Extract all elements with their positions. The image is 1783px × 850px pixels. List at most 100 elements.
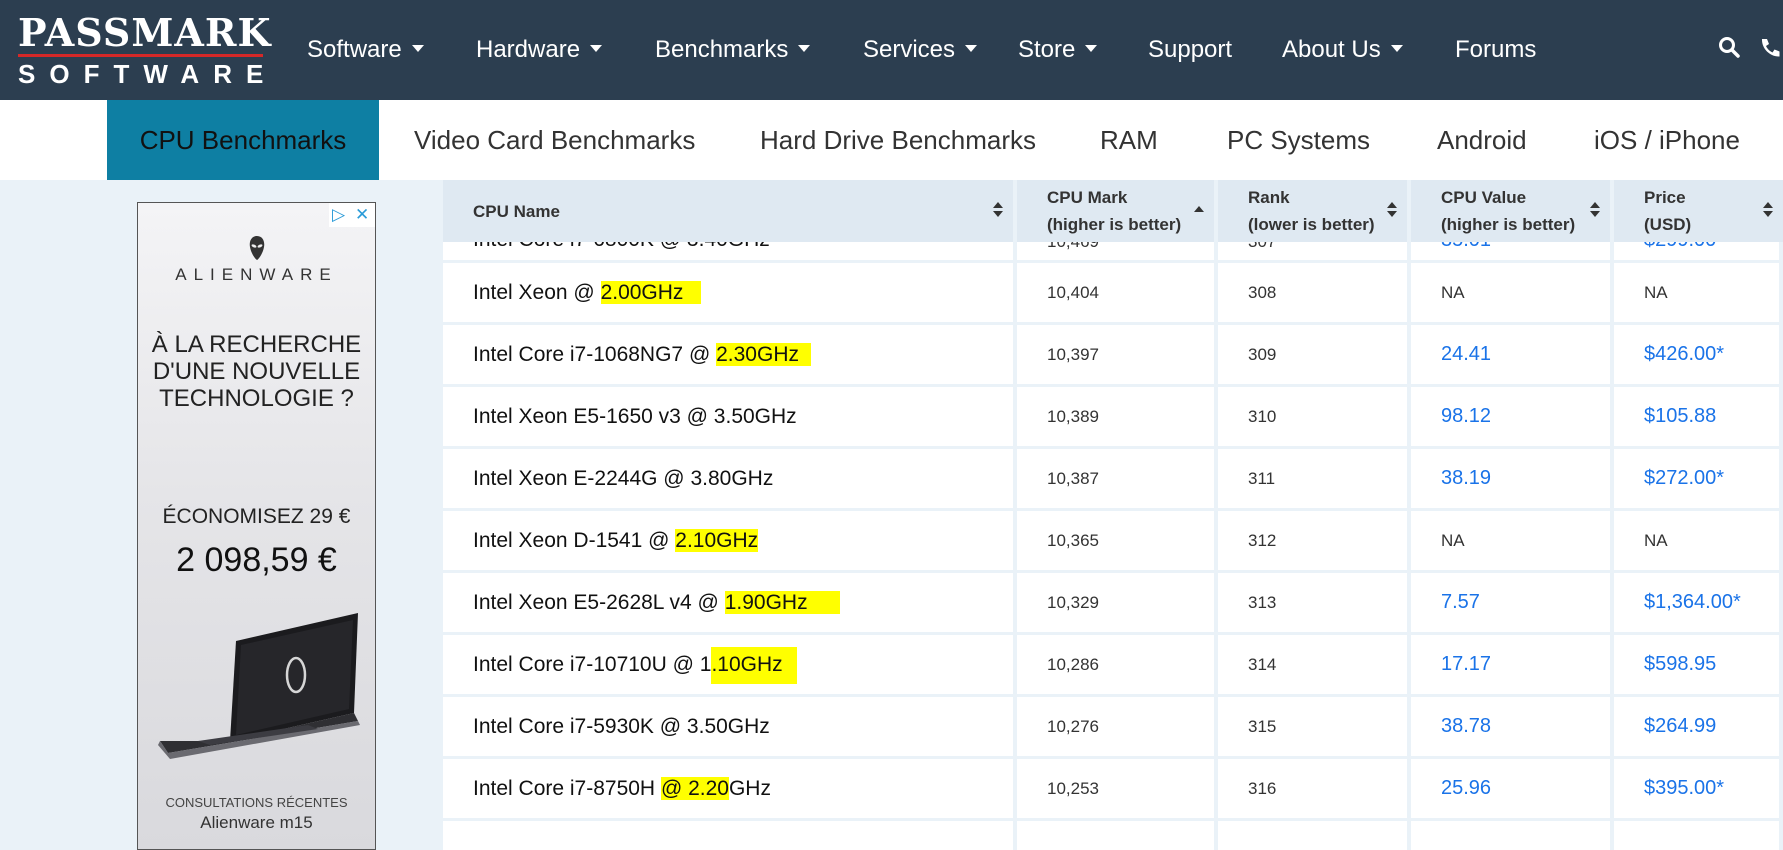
col-header-price[interactable]: Price (USD) <box>1614 180 1783 242</box>
nav-about-us[interactable]: About Us <box>1282 30 1403 70</box>
cpu-value[interactable]: 24.41 <box>1441 343 1491 365</box>
rank-cell: 315 <box>1218 694 1411 756</box>
cpu-name-prefix[interactable]: Intel Xeon @ <box>473 281 601 304</box>
price-cell[interactable]: $395.00* <box>1614 756 1783 818</box>
phone-icon[interactable] <box>1758 36 1783 67</box>
tab-pc-systems[interactable]: PC Systems <box>1227 100 1370 180</box>
cpu-value[interactable]: 25.96 <box>1441 777 1491 799</box>
cpu-value-cell: NA <box>1411 260 1614 322</box>
cpu-name-prefix[interactable]: Intel Core i7-10710U @ 1 <box>473 653 711 676</box>
cpu-value-cell[interactable]: 25.96 <box>1411 756 1614 818</box>
cpu-value[interactable]: 38.78 <box>1441 715 1491 737</box>
nav-software[interactable]: Software <box>307 30 424 70</box>
nav-hardware[interactable]: Hardware <box>476 30 603 70</box>
cpu-name-prefix[interactable]: Intel Xeon D-1541 @ <box>473 529 675 552</box>
tab-cpu-benchmarks[interactable]: CPU Benchmarks <box>107 100 379 180</box>
price[interactable]: $598.95 <box>1644 653 1716 675</box>
cpu-name-cell[interactable]: Intel Core i7-8750H @ 2.20GHz <box>443 756 1017 818</box>
cpu-value[interactable]: 7.57 <box>1441 591 1480 613</box>
col-header-cpu-name[interactable]: CPU Name <box>443 180 1017 242</box>
rank-cell: 308 <box>1218 260 1411 322</box>
nav-forums[interactable]: Forums <box>1455 30 1536 70</box>
price[interactable]: $272.00* <box>1644 467 1724 489</box>
tab-label: PC Systems <box>1227 125 1371 155</box>
col-header-rank[interactable]: Rank (lower is better) <box>1218 180 1411 242</box>
table-row[interactable]: Intel Xeon @ 2.00GHz 10,404 308 NA NA <box>443 260 1783 322</box>
table-row[interactable]: Intel Core i7-5930K @ 3.50GHz 10,276 315… <box>443 694 1783 756</box>
header-sublabel: (USD) <box>1644 215 1692 234</box>
table-row[interactable] <box>443 818 1783 850</box>
price-cell[interactable]: $105.88 <box>1614 384 1783 446</box>
tab-label: Hard Drive Benchmarks <box>760 125 1036 155</box>
cpu-name[interactable]: Intel Xeon E5-1650 v3 @ 3.50GHz <box>473 405 797 428</box>
price[interactable]: $1,364.00* <box>1644 591 1741 613</box>
passmark-logo[interactable]: PASSMARK SOFTWARE <box>18 14 271 88</box>
cpu-name-cell[interactable]: Intel Xeon @ 2.00GHz <box>443 260 1017 322</box>
table-row[interactable]: Intel Xeon E5-1650 v3 @ 3.50GHz 10,389 3… <box>443 384 1783 446</box>
cpu-name-cell[interactable]: Intel Core i7-10710U @ 1.10GHz <box>443 632 1017 694</box>
close-icon[interactable]: ✕ <box>355 205 369 225</box>
price-cell[interactable] <box>1614 818 1783 850</box>
cpu-name-prefix[interactable]: Intel Core i7-1068NG7 @ <box>473 343 716 366</box>
cpu-name-cell[interactable]: Intel Xeon D-1541 @ 2.10GHz <box>443 508 1017 570</box>
cpu-value[interactable]: 38.19 <box>1441 467 1491 489</box>
cpu-name-cell[interactable]: Intel Xeon E5-1650 v3 @ 3.50GHz <box>443 384 1017 446</box>
advertisement-banner[interactable]: ▷ ✕ ALIENWARE À LA RECHERCHE D'UNE NOUVE… <box>137 202 376 850</box>
cpu-name[interactable]: Intel Core i7-5930K @ 3.50GHz <box>473 715 770 738</box>
alienware-logo-icon <box>138 235 375 267</box>
cpu-name-cell[interactable]: Intel Core i7-1068NG7 @ 2.30GHz <box>443 322 1017 384</box>
cpu-value-cell[interactable]: 98.12 <box>1411 384 1614 446</box>
cpu-name-cell[interactable]: Intel Core i7-5930K @ 3.50GHz <box>443 694 1017 756</box>
nav-label: Software <box>307 36 402 63</box>
cpu-name-cell[interactable] <box>443 818 1017 850</box>
table-row[interactable]: Intel Core i7-10710U @ 1.10GHz 10,286 31… <box>443 632 1783 694</box>
cpu-value-cell[interactable]: 7.57 <box>1411 570 1614 632</box>
sort-icon <box>993 202 1003 217</box>
cpu-value[interactable]: 17.17 <box>1441 653 1491 675</box>
tab-android[interactable]: Android <box>1437 100 1527 180</box>
tab-ram[interactable]: RAM <box>1100 100 1158 180</box>
rank: 309 <box>1248 344 1277 364</box>
price[interactable]: $105.88 <box>1644 405 1716 427</box>
cpu-mark-cell: 10,404 <box>1017 260 1218 322</box>
cpu-value-cell[interactable] <box>1411 818 1614 850</box>
price-cell[interactable]: $598.95 <box>1614 632 1783 694</box>
price-cell[interactable]: $272.00* <box>1614 446 1783 508</box>
tab-ios-iphone[interactable]: iOS / iPhone <box>1594 100 1740 180</box>
table-row[interactable]: Intel Xeon D-1541 @ 2.10GHz 10,365 312 N… <box>443 508 1783 570</box>
price-cell[interactable]: $1,364.00* <box>1614 570 1783 632</box>
cpu-value[interactable]: 98.12 <box>1441 405 1491 427</box>
header-label: Rank <box>1248 188 1290 207</box>
col-header-cpu-value[interactable]: CPU Value (higher is better) <box>1411 180 1614 242</box>
nav-benchmarks[interactable]: Benchmarks <box>655 30 811 70</box>
cpu-value-cell[interactable]: 38.19 <box>1411 446 1614 508</box>
table-row[interactable]: Intel Core i7-1068NG7 @ 2.30GHz 10,397 3… <box>443 322 1783 384</box>
cpu-benchmark-table: CPU Name CPU Mark (higher is better) Ran… <box>443 180 1783 850</box>
price[interactable]: $395.00* <box>1644 777 1724 799</box>
price-cell[interactable]: $264.99 <box>1614 694 1783 756</box>
cpu-benchmark-table-container[interactable]: CPU Name CPU Mark (higher is better) Ran… <box>443 180 1783 850</box>
search-icon[interactable] <box>1718 36 1740 65</box>
price-cell[interactable]: $426.00* <box>1614 322 1783 384</box>
table-row[interactable]: Intel Core i7-8750H @ 2.20GHz 10,253 316… <box>443 756 1783 818</box>
cpu-name-prefix[interactable]: Intel Xeon E5-2628L v4 @ <box>473 591 725 614</box>
cpu-name-prefix[interactable]: Intel Core i7-8750H <box>473 777 661 800</box>
adchoices-icon[interactable]: ▷ <box>332 205 345 225</box>
nav-store[interactable]: Store <box>1018 30 1098 70</box>
table-row[interactable]: Intel Xeon E5-2628L v4 @ 1.90GHz 10,329 … <box>443 570 1783 632</box>
cpu-value-cell[interactable]: 17.17 <box>1411 632 1614 694</box>
col-header-cpu-mark[interactable]: CPU Mark (higher is better) <box>1017 180 1218 242</box>
cpu-name[interactable]: Intel Xeon E-2244G @ 3.80GHz <box>473 467 773 490</box>
nav-services[interactable]: Services <box>863 30 978 70</box>
cpu-name-cell[interactable]: Intel Xeon E-2244G @ 3.80GHz <box>443 446 1017 508</box>
tab-video-card-benchmarks[interactable]: Video Card Benchmarks <box>414 100 695 180</box>
cpu-value-cell[interactable]: 38.78 <box>1411 694 1614 756</box>
price[interactable]: $264.99 <box>1644 715 1716 737</box>
price[interactable]: $426.00* <box>1644 343 1724 365</box>
cpu-name-cell[interactable]: Intel Xeon E5-2628L v4 @ 1.90GHz <box>443 570 1017 632</box>
cpu-value-cell[interactable]: 24.41 <box>1411 322 1614 384</box>
header-label: CPU Name <box>473 201 560 221</box>
table-row[interactable]: Intel Xeon E-2244G @ 3.80GHz 10,387 311 … <box>443 446 1783 508</box>
nav-support[interactable]: Support <box>1148 30 1232 70</box>
tab-hard-drive-benchmarks[interactable]: Hard Drive Benchmarks <box>760 100 1036 180</box>
